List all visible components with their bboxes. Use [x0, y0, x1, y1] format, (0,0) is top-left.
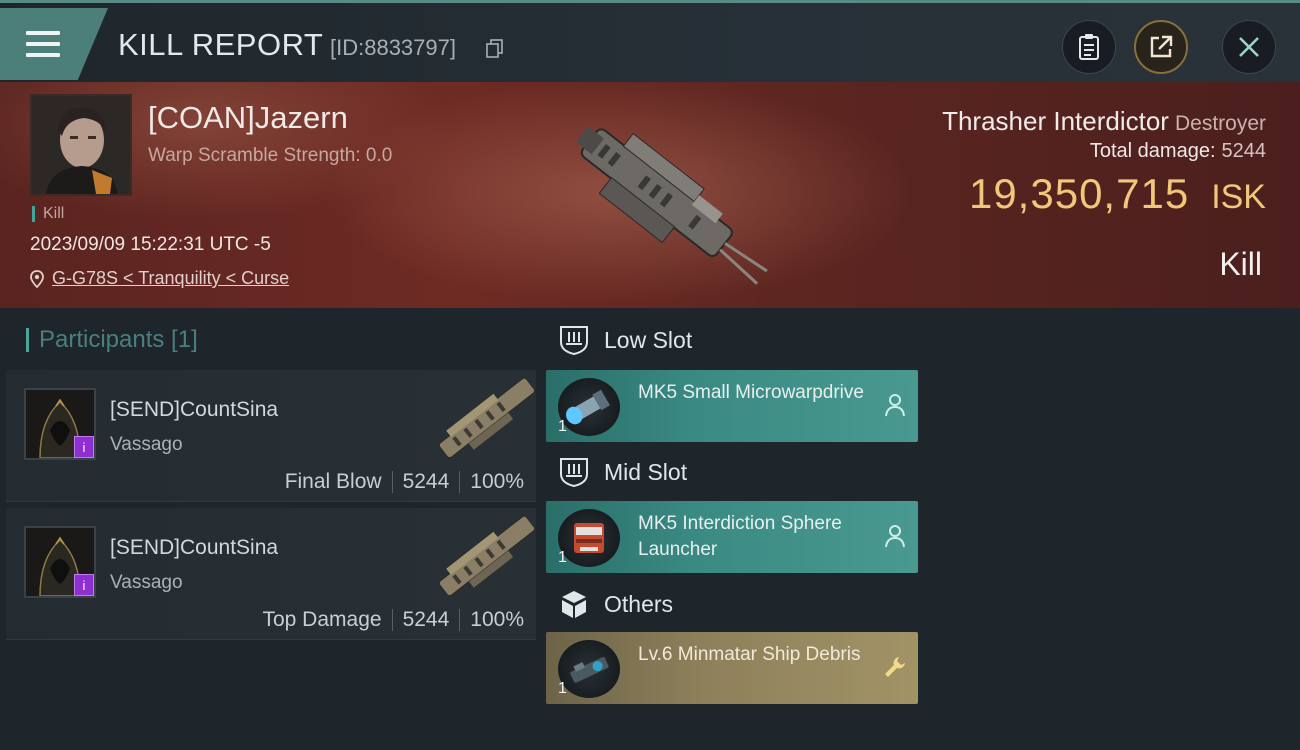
participant-ship: Vassago [110, 434, 183, 455]
clipboard-button[interactable] [1062, 20, 1116, 74]
item-card[interactable]: 1 Lv.6 Minmatar Ship Debris [546, 632, 918, 704]
isk-value: 19,350,715 [968, 170, 1190, 217]
participant-role: Top Damage [262, 608, 382, 631]
close-button[interactable] [1222, 20, 1276, 74]
ship-type: Thrasher Interdictor [942, 106, 1169, 136]
warp-scramble-strength: Warp Scramble Strength: 0.0 [148, 145, 393, 166]
participant-row[interactable]: i [SEND]CountSina Vassago Top Damage 524… [6, 508, 536, 640]
others-label: Others [604, 590, 674, 617]
kill-tag: Kill [32, 206, 64, 222]
outcome-label: Kill [1219, 246, 1262, 282]
participant-name[interactable]: [SEND]CountSina [110, 536, 278, 560]
hamburger-icon [26, 31, 60, 57]
low-slot-icon [560, 326, 588, 356]
report-id: [ID:8833797] [330, 35, 456, 60]
kill-location[interactable]: G-G78S < Tranquility < Curse [30, 268, 289, 289]
person-icon[interactable] [882, 392, 908, 418]
location-link[interactable]: G-G78S < Tranquility < Curse [52, 268, 289, 289]
mid-slot-header: Mid Slot [558, 456, 687, 488]
item-card[interactable]: 1 MK5 Interdiction Sphere Launcher [546, 501, 918, 573]
mid-slot-label: Mid Slot [604, 458, 688, 485]
participant-stats: Top Damage 5244 100% [262, 608, 524, 632]
divider [391, 609, 393, 631]
clipboard-icon [1079, 34, 1099, 60]
kill-report-window: KILL REPORT [ID:8833797] [COAN]Jazern Wa… [0, 0, 1300, 750]
participant-badge: i [74, 436, 94, 458]
item-quantity: 1 [558, 680, 567, 697]
participant-damage: 5244 [402, 470, 450, 493]
total-damage: Total damage: 5244 [1090, 140, 1266, 163]
item-card[interactable]: 1 MK5 Small Microwarpdrive [546, 370, 918, 442]
fitting-panel: Low Slot 1 MK5 Small Microwarpdrive Mid … [540, 308, 1300, 750]
total-damage-value: 5244 [1221, 140, 1267, 162]
victim-ship-image [575, 126, 768, 285]
participants-panel: Participants [1] i [SEND]CountSina Vassa… [0, 308, 540, 750]
participant-percent: 100% [470, 608, 524, 631]
low-slot-header: Low Slot [558, 324, 692, 356]
mid-slot-icon [560, 458, 588, 488]
item-thumbnail [558, 640, 620, 698]
copy-icon[interactable] [486, 39, 504, 59]
item-thumbnail [558, 378, 620, 436]
low-slot-label: Low Slot [604, 326, 693, 353]
participant-role: Final Blow [284, 470, 382, 493]
participant-ship-image [438, 515, 536, 597]
share-icon [1150, 35, 1173, 58]
victim-banner: [COAN]Jazern Warp Scramble Strength: 0.0… [0, 82, 1300, 308]
victim-name[interactable]: [COAN]Jazern [148, 100, 348, 136]
divider [459, 609, 461, 631]
kill-timestamp: 2023/09/09 15:22:31 UTC -5 [30, 234, 271, 255]
divider [459, 471, 461, 493]
isk-value-row: 19,350,715 ISK [969, 170, 1266, 218]
participant-name[interactable]: [SEND]CountSina [110, 398, 278, 422]
item-quantity: 1 [558, 418, 567, 435]
item-name: MK5 Interdiction Sphere Launcher [638, 513, 842, 560]
participant-row[interactable]: i [SEND]CountSina Vassago Final Blow 524… [6, 370, 536, 502]
close-icon [1239, 37, 1259, 57]
divider [391, 471, 393, 493]
wrench-icon[interactable] [882, 654, 908, 680]
total-damage-label: Total damage: [1089, 140, 1216, 162]
victim-ship-name[interactable]: Thrasher Interdictor Destroyer [942, 106, 1266, 137]
header-bar: KILL REPORT [ID:8833797] [0, 0, 1300, 82]
victim-avatar[interactable] [30, 94, 132, 196]
ship-class: Destroyer [1174, 112, 1266, 135]
menu-button[interactable] [0, 8, 108, 80]
item-quantity: 1 [558, 549, 567, 566]
participant-damage: 5244 [402, 608, 450, 631]
location-pin-icon [30, 269, 44, 288]
page-title: KILL REPORT [118, 27, 324, 62]
person-icon[interactable] [882, 523, 908, 549]
participant-ship-image [438, 377, 536, 459]
participants-heading: Participants [1] [26, 328, 198, 352]
item-name: Lv.6 Minmatar Ship Debris [638, 644, 861, 665]
share-button[interactable] [1134, 20, 1188, 74]
others-header: Others [558, 588, 673, 620]
item-thumbnail [558, 509, 620, 567]
participant-badge: i [74, 574, 94, 596]
item-name: MK5 Small Microwarpdrive [638, 382, 864, 403]
isk-unit: ISK [1211, 178, 1266, 216]
participant-ship: Vassago [110, 572, 183, 593]
participant-stats: Final Blow 5244 100% [285, 470, 524, 494]
participant-percent: 100% [470, 470, 524, 493]
cube-icon [562, 591, 586, 618]
